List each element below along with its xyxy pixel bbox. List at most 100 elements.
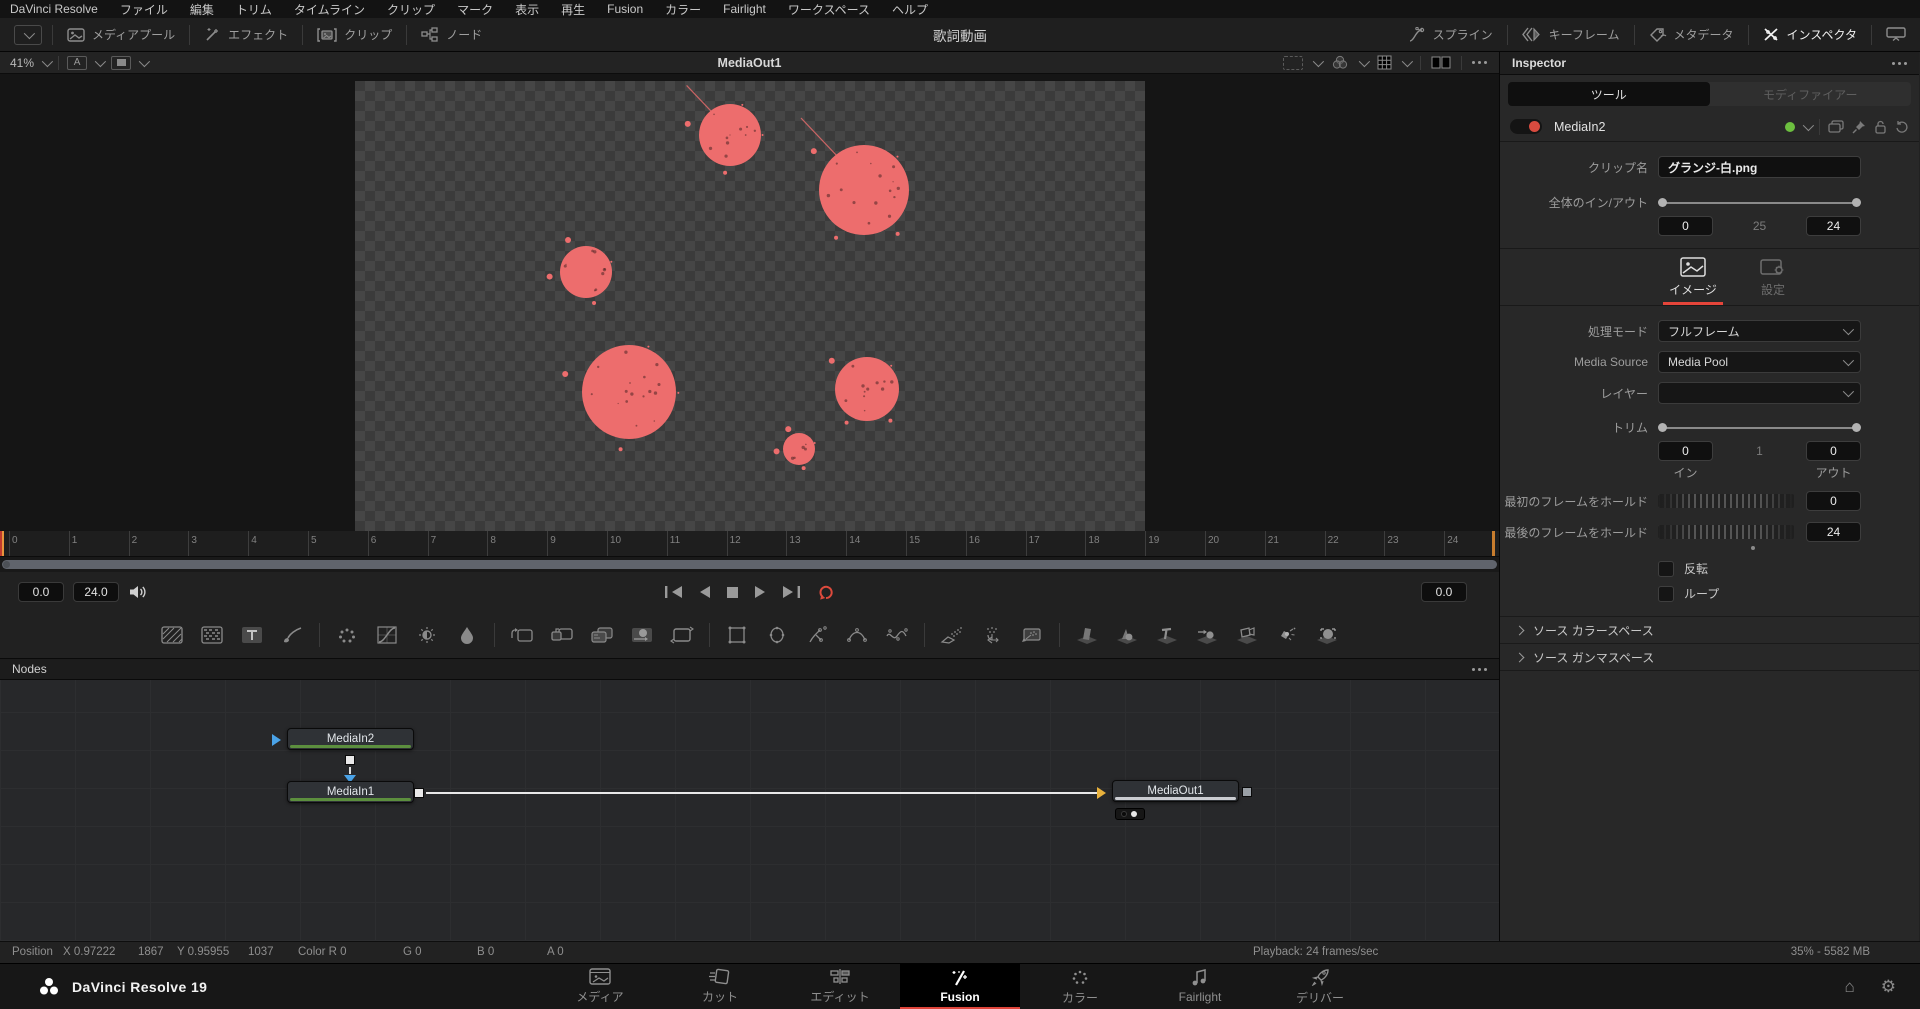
menu-item-3[interactable]: トリム [236, 1, 272, 18]
brightness-contrast-tool-button[interactable] [414, 622, 440, 648]
menu-item-0[interactable]: DaVinci Resolve [10, 2, 98, 16]
chevron-down-icon[interactable] [1359, 55, 1370, 66]
viewer-options-button[interactable] [1472, 61, 1487, 64]
tab-tools[interactable]: ツール [1508, 82, 1710, 106]
text-plus-tool-button[interactable] [239, 622, 265, 648]
scrollbar-knob[interactable] [3, 561, 10, 568]
layer-dropdown[interactable] [1658, 382, 1861, 404]
keyframes-button[interactable]: キーフレーム [1508, 18, 1634, 51]
layout-toggle-button[interactable] [1872, 18, 1920, 51]
matte-control-tool-button[interactable] [549, 622, 575, 648]
chevron-down-icon[interactable] [95, 55, 106, 66]
menu-item-6[interactable]: マーク [457, 1, 493, 18]
ellipse-mask-tool-button[interactable] [764, 622, 790, 648]
transform-tool-button[interactable] [669, 622, 695, 648]
bspline-wander-tool-button[interactable] [884, 622, 910, 648]
menu-item-13[interactable]: ヘルプ [892, 1, 928, 18]
stop-button[interactable] [726, 586, 739, 599]
lock-button[interactable] [1874, 120, 1887, 134]
viewer-canvas[interactable] [0, 74, 1499, 531]
channel-booleans-tool-button[interactable] [589, 622, 615, 648]
viewer-zoom-level[interactable]: 41% [10, 56, 34, 70]
merge-tool-button[interactable] [509, 622, 535, 648]
chevron-down-icon[interactable] [1402, 55, 1413, 66]
timeline-ruler[interactable]: 0123456789101112131415161718192021222324 [0, 531, 1499, 557]
paint-tool-button[interactable] [279, 622, 305, 648]
page-fusion[interactable]: Fusion [900, 964, 1020, 1009]
effects-button[interactable]: エフェクト [190, 18, 302, 51]
global-in-out-slider[interactable] [1658, 198, 1861, 208]
rectangle-mask-tool-button[interactable] [724, 622, 750, 648]
page-cut[interactable]: カット [660, 964, 780, 1009]
settings-gear-icon[interactable]: ⚙ [1881, 977, 1896, 997]
spot-light-3d-tool-button[interactable] [1274, 622, 1300, 648]
pin-button[interactable] [1852, 120, 1866, 134]
media-out1-output-socket[interactable] [1242, 787, 1252, 797]
go-to-start-button[interactable] [663, 585, 683, 599]
channel-select-button[interactable]: A [67, 56, 87, 70]
dual-viewer-icon[interactable] [1431, 56, 1451, 69]
color-wheels-icon[interactable] [1331, 55, 1349, 70]
spline-button[interactable]: スプライン [1394, 18, 1507, 51]
hold-first-field[interactable]: 0 [1806, 491, 1861, 511]
text-3d-tool-button[interactable] [1154, 622, 1180, 648]
camera-3d-tool-button[interactable] [1234, 622, 1260, 648]
particle-render-tool-button[interactable] [979, 622, 1005, 648]
page-edit[interactable]: エディット [780, 964, 900, 1009]
roi-icon[interactable] [1283, 56, 1303, 70]
source-color-space-section[interactable]: ソース カラースペース [1500, 616, 1919, 643]
process-mode-dropdown[interactable]: フルフレーム [1658, 320, 1861, 342]
go-to-end-button[interactable] [782, 585, 802, 599]
copy-settings-button[interactable] [1828, 120, 1844, 134]
merge-3d-tool-button[interactable] [1194, 622, 1220, 648]
page-color[interactable]: カラー [1020, 964, 1140, 1009]
node-media-in2[interactable]: MediaIn2 [287, 728, 414, 750]
node-enable-toggle[interactable] [1510, 119, 1542, 134]
chevron-down-icon[interactable] [139, 55, 150, 66]
background-tool-button[interactable] [159, 622, 185, 648]
hue-curves-tool-button[interactable] [454, 622, 480, 648]
menu-item-11[interactable]: Fairlight [723, 2, 766, 16]
media-in1-output-socket[interactable] [414, 788, 424, 798]
clip-name-field[interactable]: グランジ-白.png [1658, 156, 1861, 178]
inspector-button[interactable]: インスペクタ [1749, 18, 1871, 51]
menu-item-8[interactable]: 再生 [561, 1, 585, 18]
node-connection-line[interactable] [426, 792, 1098, 794]
menu-item-12[interactable]: ワークスペース [788, 1, 870, 18]
tab-modifiers[interactable]: モディファイアー [1710, 82, 1912, 106]
node-media-out1[interactable]: MediaOut1 [1112, 780, 1239, 802]
global-in-field[interactable]: 0 [1658, 216, 1713, 236]
play-button[interactable] [753, 585, 768, 599]
hold-last-thumbwheel[interactable] [1658, 525, 1794, 539]
hold-last-field[interactable]: 24 [1806, 522, 1861, 542]
inspector-options-button[interactable] [1892, 62, 1907, 65]
trim-out-field[interactable]: 0 [1806, 441, 1861, 461]
menu-item-10[interactable]: カラー [665, 1, 701, 18]
viewer2-dot[interactable] [1131, 811, 1137, 817]
bspline-mask-tool-button[interactable] [844, 622, 870, 648]
menu-item-9[interactable]: Fusion [607, 2, 643, 16]
trim-in-field[interactable]: 0 [1658, 441, 1713, 461]
loop-checkbox[interactable] [1658, 586, 1674, 602]
chevron-down-icon[interactable] [42, 55, 53, 66]
layout-select-button[interactable] [111, 56, 131, 70]
polygon-mask-tool-button[interactable] [804, 622, 830, 648]
node-media-in1[interactable]: MediaIn1 [287, 781, 414, 803]
hold-first-thumbwheel[interactable] [1658, 494, 1794, 508]
viewer-assign-buttons[interactable] [1115, 808, 1145, 820]
chevron-down-icon[interactable] [1313, 55, 1324, 66]
nodes-button[interactable]: ノード [407, 18, 496, 51]
source-gamma-space-section[interactable]: ソース ガンマスペース [1500, 643, 1919, 670]
menu-item-7[interactable]: 表示 [515, 1, 539, 18]
particle-image-tool-button[interactable] [1019, 622, 1045, 648]
page-fairlight[interactable]: Fairlight [1140, 964, 1260, 1009]
play-reverse-button[interactable] [697, 585, 712, 599]
matte-merge-tool-button[interactable] [629, 622, 655, 648]
renderer-3d-tool-button[interactable] [1314, 622, 1340, 648]
particle-emitter-tool-button[interactable] [939, 622, 965, 648]
media-in2-input-arrow[interactable] [272, 734, 281, 746]
node-graph[interactable]: MediaIn2 MediaIn1 MediaOut1 [0, 680, 1499, 941]
fast-noise-tool-button[interactable] [199, 622, 225, 648]
color-corrector-tool-button[interactable] [334, 622, 360, 648]
media-out1-input-arrow[interactable] [1097, 787, 1106, 799]
